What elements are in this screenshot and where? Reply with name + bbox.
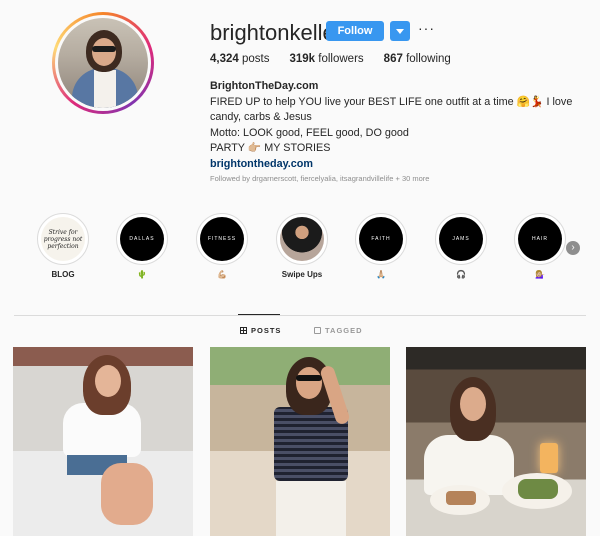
- highlight-cover: Strive for progress not perfection: [41, 217, 85, 261]
- bio-line: FIRED UP to help YOU live your BEST LIFE…: [210, 95, 573, 124]
- profile-bio: BrightonTheDay.com FIRED UP to help YOU …: [210, 79, 590, 172]
- highlight-jams[interactable]: JAMS 🎧: [429, 213, 493, 282]
- highlight-label: 🌵: [137, 270, 147, 279]
- chevron-right-icon[interactable]: ›: [566, 241, 580, 255]
- suggested-dropdown-button[interactable]: [390, 21, 410, 41]
- following-count[interactable]: 867 following: [384, 53, 451, 65]
- highlight-cover: JAMS: [439, 217, 483, 261]
- highlight-label: 💪🏼: [217, 270, 227, 279]
- highlight-cover: DALLAS: [120, 217, 164, 261]
- highlight-label: 🙏🏼: [376, 270, 386, 279]
- bio-line: Motto: LOOK good, FEEL good, DO good: [210, 126, 409, 139]
- highlight-swipe-ups[interactable]: Swipe Ups: [270, 213, 334, 282]
- highlight-dallas[interactable]: DALLAS 🌵: [110, 213, 174, 282]
- highlight-label: 💁🏼‍♀️: [535, 270, 545, 279]
- avatar-photo: [58, 18, 148, 108]
- highlight-label: Swipe Ups: [281, 270, 323, 279]
- highlight-cover: HAIR: [518, 217, 562, 261]
- highlight-label: BLOG: [51, 270, 75, 279]
- bio-website-link[interactable]: brightontheday.com: [210, 157, 590, 173]
- tab-label: TAGGED: [325, 326, 363, 335]
- posts-count: 4,324 posts: [210, 53, 270, 65]
- post-thumbnail[interactable]: [406, 347, 586, 536]
- more-options-icon[interactable]: ···: [418, 20, 435, 36]
- followed-by-text[interactable]: Followed by drgarnerscott, fiercelyalia,…: [210, 174, 429, 183]
- profile-stats: 4,324 posts 319k followers 867 following: [210, 53, 471, 65]
- tabs-divider: [14, 315, 586, 316]
- highlight-hair[interactable]: HAIR 💁🏼‍♀️: [508, 213, 572, 282]
- highlight-faith[interactable]: FAITH 🙏🏼: [349, 213, 413, 282]
- bio-line: PARTY 👉🏼 MY STORIES: [210, 142, 331, 154]
- active-tab-indicator: [238, 314, 280, 315]
- highlight-label: 🎧: [456, 270, 466, 279]
- follow-button[interactable]: Follow: [326, 21, 384, 41]
- bio-name: BrightonTheDay.com: [210, 80, 319, 92]
- grid-icon: [240, 327, 247, 334]
- post-thumbnail[interactable]: [210, 347, 390, 536]
- highlight-cover: FITNESS: [200, 217, 244, 261]
- tab-tagged[interactable]: TAGGED: [314, 326, 363, 335]
- tab-posts[interactable]: POSTS: [240, 326, 281, 335]
- post-thumbnail[interactable]: [13, 347, 193, 536]
- highlight-blog[interactable]: Strive for progress not perfection BLOG: [31, 213, 95, 282]
- profile-username: brightonkeller: [210, 20, 343, 45]
- tab-label: POSTS: [251, 326, 282, 335]
- profile-avatar[interactable]: [52, 12, 154, 114]
- highlight-cover: [280, 217, 324, 261]
- followers-count[interactable]: 319k followers: [289, 53, 363, 65]
- highlight-cover: FAITH: [359, 217, 403, 261]
- tag-icon: [314, 327, 321, 334]
- highlight-fitness[interactable]: FITNESS 💪🏼: [190, 213, 254, 282]
